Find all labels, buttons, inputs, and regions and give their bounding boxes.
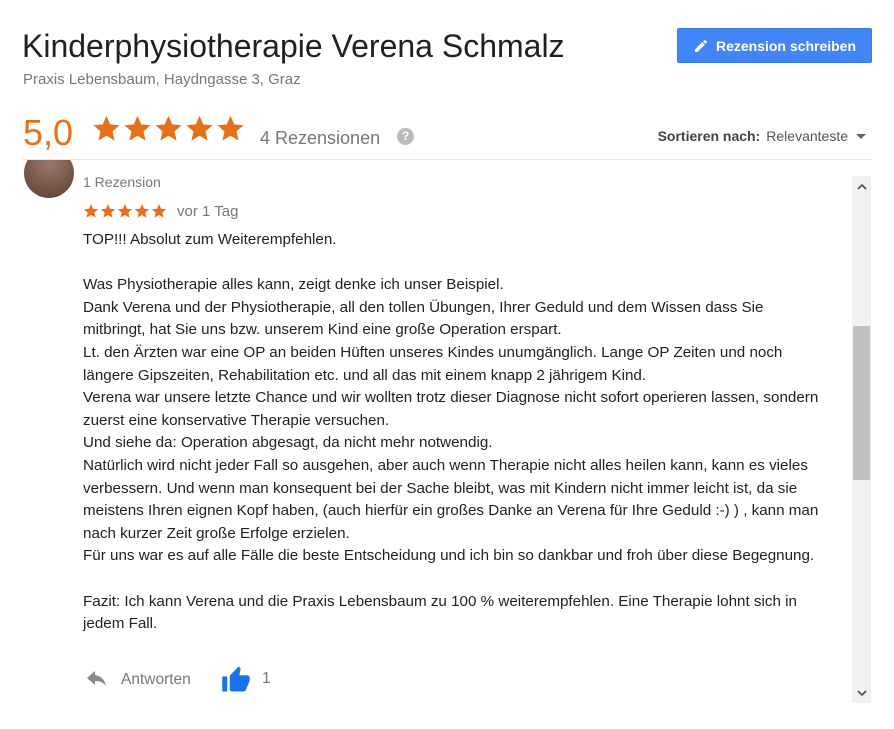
sort-label: Sortieren nach: <box>657 128 761 144</box>
reply-arrow-icon <box>87 671 106 686</box>
review-date: vor 1 Tag <box>177 203 239 220</box>
star-icon <box>151 204 167 218</box>
chevron-down-icon[interactable] <box>852 684 871 701</box>
write-review-label: Rezension schreiben <box>715 37 857 54</box>
scrollbar-thumb[interactable] <box>853 326 870 480</box>
business-title: Kinderphysiotherapie Verena Schmalz <box>22 28 565 64</box>
avatar[interactable] <box>24 160 74 198</box>
review-text: TOP!!! Absolut zum Weiterempfehlen. Was … <box>83 231 819 633</box>
dropdown-caret-icon <box>856 133 866 139</box>
help-icon[interactable]: ? <box>397 128 414 145</box>
star-icon <box>217 115 244 141</box>
scrollbar[interactable] <box>852 176 871 703</box>
star-icon <box>117 204 133 218</box>
review-count[interactable]: 4 Rezensionen <box>260 128 380 149</box>
star-icon <box>100 204 116 218</box>
sort-dropdown[interactable]: Sortieren nach: Relevanteste <box>658 128 866 144</box>
thumbs-up-icon <box>222 666 250 692</box>
business-address: Praxis Lebensbaum, Haydngasse 3, Graz <box>23 71 301 88</box>
pencil-icon <box>694 39 707 52</box>
reply-button[interactable]: Antworten <box>86 670 191 690</box>
star-icon <box>186 115 213 141</box>
reply-label: Antworten <box>121 671 191 688</box>
reviewer-review-count[interactable]: 1 Rezension <box>83 174 161 190</box>
review-stars <box>83 203 168 219</box>
rating-stars <box>92 114 247 143</box>
like-count: 1 <box>262 670 271 687</box>
star-icon <box>134 204 150 218</box>
star-icon <box>155 115 182 141</box>
star-icon <box>124 115 151 141</box>
like-button[interactable]: 1 <box>221 665 271 693</box>
star-icon <box>83 204 99 218</box>
chevron-up-icon[interactable] <box>852 178 871 195</box>
star-icon <box>93 115 120 141</box>
average-rating: 5,0 <box>23 112 74 153</box>
write-review-button[interactable]: Rezension schreiben <box>677 28 872 63</box>
review-card: 1 Rezension vor 1 Tag TOP!!! Absolut zum… <box>0 160 850 705</box>
sort-value: Relevanteste <box>766 128 848 144</box>
